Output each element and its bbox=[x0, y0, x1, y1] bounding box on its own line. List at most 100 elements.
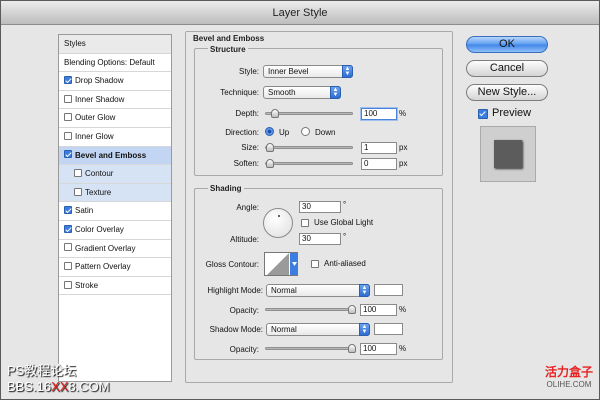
watermark-right-line2: OLIHE.COM bbox=[546, 380, 592, 389]
shadow-color-swatch[interactable] bbox=[374, 323, 403, 335]
depth-unit: % bbox=[399, 109, 407, 118]
angle-label: Angle: bbox=[236, 203, 259, 212]
sidebar-item-label: Inner Glow bbox=[75, 131, 114, 141]
sidebar-item-blending-options-default[interactable]: Blending Options: Default bbox=[59, 54, 171, 73]
soften-slider[interactable] bbox=[265, 159, 353, 168]
sidebar-item-contour[interactable]: Contour bbox=[59, 165, 171, 184]
highlight-opacity-field[interactable]: 100 bbox=[360, 304, 397, 316]
sidebar-item-satin[interactable]: Satin bbox=[59, 202, 171, 221]
shadow-mode-select[interactable]: Normal ▲ ▼ bbox=[266, 323, 370, 336]
technique-select[interactable]: Smooth ▲ ▼ bbox=[263, 86, 341, 99]
sidebar-item-label: Stroke bbox=[75, 280, 99, 290]
sidebar-item-inner-shadow[interactable]: Inner Shadow bbox=[59, 91, 171, 110]
cancel-button[interactable]: Cancel bbox=[466, 60, 548, 77]
style-select[interactable]: Inner Bevel ▲ ▼ bbox=[263, 65, 353, 78]
sidebar-item-label: Color Overlay bbox=[75, 224, 124, 234]
size-slider-thumb[interactable] bbox=[266, 143, 274, 152]
size-field[interactable]: 1 bbox=[361, 142, 397, 154]
watermark-right-line1: 活力盒子 bbox=[544, 365, 593, 379]
anti-aliased-label: Anti-aliased bbox=[324, 259, 366, 268]
sidebar-item-label: Bevel and Emboss bbox=[75, 150, 147, 160]
highlight-opacity-thumb[interactable] bbox=[348, 305, 356, 314]
watermark-left-part-a: BBS.16 bbox=[7, 379, 52, 394]
depth-field[interactable]: 100 bbox=[361, 108, 397, 120]
size-label: Size: bbox=[241, 143, 259, 152]
soften-label: Soften: bbox=[233, 159, 259, 168]
sidebar-checkbox-pattern-overlay[interactable] bbox=[64, 262, 72, 271]
sidebar-item-styles: Styles bbox=[59, 35, 171, 54]
altitude-field[interactable]: 30 bbox=[299, 233, 341, 245]
sidebar-checkbox-inner-shadow[interactable] bbox=[64, 94, 72, 103]
sidebar-item-outer-glow[interactable]: Outer Glow bbox=[59, 109, 171, 128]
highlight-color-swatch[interactable] bbox=[374, 284, 403, 296]
shadow-opacity-label: Opacity: bbox=[229, 345, 259, 354]
highlight-mode-value: Normal bbox=[271, 286, 297, 295]
style-preview-swatch bbox=[494, 140, 522, 168]
layer-style-dialog: Layer Style Styles Blending Options: Defa… bbox=[0, 0, 600, 400]
shadow-opacity-thumb[interactable] bbox=[348, 344, 356, 353]
sidebar-checkbox-drop-shadow[interactable] bbox=[64, 76, 72, 85]
sidebar-item-label: Styles bbox=[64, 39, 86, 48]
sidebar-item-label: Satin bbox=[75, 206, 94, 216]
ok-button[interactable]: OK bbox=[466, 36, 548, 53]
shadow-opacity-field[interactable]: 100 bbox=[360, 343, 397, 355]
sidebar-item-inner-glow[interactable]: Inner Glow bbox=[59, 128, 171, 147]
sidebar-item-pattern-overlay[interactable]: Pattern Overlay bbox=[59, 258, 171, 277]
soften-unit: px bbox=[399, 159, 408, 168]
style-preview bbox=[480, 126, 536, 182]
sidebar-checkbox-inner-glow[interactable] bbox=[64, 131, 72, 140]
bevel-group-title: Bevel and Emboss bbox=[191, 34, 267, 43]
watermark-right: 活力盒子 OLIHE.COM bbox=[545, 363, 593, 389]
angle-dial-dot bbox=[278, 215, 280, 217]
anti-aliased-checkbox[interactable] bbox=[311, 260, 319, 268]
depth-slider[interactable] bbox=[265, 109, 353, 118]
sidebar-checkbox-contour[interactable] bbox=[74, 169, 82, 178]
select-arrows-icon: ▲ ▼ bbox=[342, 65, 353, 78]
sidebar-checkbox-texture[interactable] bbox=[74, 187, 82, 196]
soften-slider-thumb[interactable] bbox=[266, 159, 274, 168]
shadow-mode-label: Shadow Mode: bbox=[209, 325, 263, 334]
direction-down-label: Down bbox=[315, 128, 336, 137]
soften-field[interactable]: 0 bbox=[361, 158, 397, 170]
sidebar-item-stroke[interactable]: Stroke bbox=[59, 277, 171, 296]
sidebar-item-color-overlay[interactable]: Color Overlay bbox=[59, 221, 171, 240]
altitude-unit: ° bbox=[343, 232, 347, 241]
shading-title: Shading bbox=[208, 184, 244, 193]
sidebar-item-drop-shadow[interactable]: Drop Shadow bbox=[59, 72, 171, 91]
highlight-opacity-label: Opacity: bbox=[229, 306, 259, 315]
sidebar-item-label: Drop Shadow bbox=[75, 76, 124, 86]
sidebar-item-bevel-and-emboss[interactable]: Bevel and Emboss bbox=[59, 146, 171, 166]
angle-dial[interactable] bbox=[263, 208, 293, 238]
sidebar-checkbox-outer-glow[interactable] bbox=[64, 113, 72, 122]
sidebar-checkbox-stroke[interactable] bbox=[64, 280, 72, 289]
sidebar-item-label: Blending Options: Default bbox=[64, 57, 155, 67]
altitude-label: Altitude: bbox=[230, 235, 259, 244]
sidebar-checkbox-gradient-overlay[interactable] bbox=[64, 243, 72, 252]
sidebar-checkbox-color-overlay[interactable] bbox=[64, 224, 72, 233]
technique-value: Smooth bbox=[268, 88, 296, 97]
sidebar-checkbox-satin[interactable] bbox=[64, 206, 72, 215]
highlight-mode-label: Highlight Mode: bbox=[207, 286, 263, 295]
size-slider[interactable] bbox=[265, 143, 353, 152]
preview-checkbox[interactable] bbox=[478, 109, 488, 119]
sidebar-item-texture[interactable]: Texture bbox=[59, 183, 171, 203]
sidebar-checkbox-bevel-and-emboss[interactable] bbox=[64, 150, 72, 159]
watermark-left-line1: PS教程论坛 bbox=[7, 363, 77, 378]
highlight-opacity-slider[interactable] bbox=[265, 305, 356, 314]
shadow-opacity-unit: % bbox=[399, 344, 407, 353]
sidebar-item-gradient-overlay[interactable]: Gradient Overlay bbox=[59, 240, 171, 259]
structure-title: Structure bbox=[208, 45, 248, 54]
gloss-contour-picker[interactable] bbox=[264, 252, 298, 276]
watermark-left-part-c: 8.COM bbox=[68, 379, 110, 394]
angle-field[interactable]: 30 bbox=[299, 201, 341, 213]
direction-up-radio[interactable] bbox=[265, 127, 274, 136]
watermark-left-line2: BBS.16XX8.COM bbox=[7, 379, 110, 394]
global-light-checkbox[interactable] bbox=[301, 219, 309, 227]
depth-label: Depth: bbox=[235, 109, 259, 118]
shadow-opacity-slider[interactable] bbox=[265, 344, 356, 353]
highlight-mode-select[interactable]: Normal ▲ ▼ bbox=[266, 284, 370, 297]
global-light-label: Use Global Light bbox=[314, 218, 374, 227]
depth-slider-thumb[interactable] bbox=[271, 109, 279, 118]
new-style-button[interactable]: New Style... bbox=[466, 84, 548, 101]
direction-down-radio[interactable] bbox=[301, 127, 310, 136]
